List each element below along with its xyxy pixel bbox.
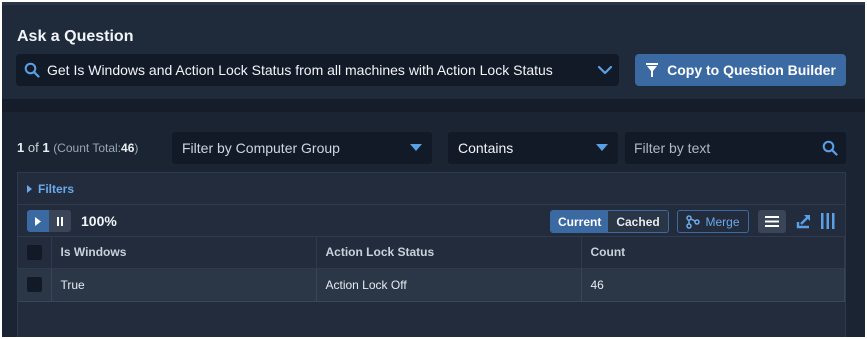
computer-group-dropdown[interactable]: Filter by Computer Group (172, 132, 432, 164)
select-all-cell (18, 237, 52, 269)
filter-text-placeholder: Filter by text (634, 140, 711, 156)
page-total: 1 (42, 140, 50, 155)
ask-question-section: Ask a Question Get Is Windows and Action… (2, 2, 865, 99)
merge-icon (686, 214, 701, 229)
hamburger-icon (765, 216, 779, 227)
grid-toolbar: 100% Current Cached Merge (18, 205, 845, 237)
funnel-icon (646, 63, 659, 77)
question-text: Get Is Windows and Action Lock Status fr… (47, 62, 553, 78)
copy-button-label: Copy to Question Builder (667, 62, 836, 78)
play-icon (35, 216, 41, 226)
caret-down-icon (596, 144, 608, 151)
question-input[interactable]: Get Is Windows and Action Lock Status fr… (16, 54, 619, 86)
row-select-cell (18, 268, 52, 302)
select-all-checkbox[interactable] (26, 244, 42, 260)
column-header-count[interactable]: Count (581, 237, 845, 269)
page-current: 1 (17, 140, 25, 155)
filters-label: Filters (38, 181, 75, 196)
table-row[interactable]: True Action Lock Off 46 (18, 268, 845, 302)
row-checkbox[interactable] (26, 277, 42, 293)
copy-to-question-builder-button[interactable]: Copy to Question Builder (635, 54, 846, 86)
view-toggle: Current Cached (550, 210, 669, 233)
results-grid: Filters 100% Current Cached Merge Is Win… (17, 172, 846, 337)
export-icon[interactable] (796, 213, 812, 229)
app-frame: Ask a Question Get Is Windows and Action… (2, 2, 865, 337)
results-table: Is Windows Action Lock Status Count True… (18, 237, 845, 302)
pause-icon (57, 216, 63, 226)
page-of: of (27, 140, 39, 155)
column-header-action-lock-status[interactable]: Action Lock Status (316, 237, 582, 269)
ask-question-title: Ask a Question (17, 28, 134, 45)
results-count: 1 of 1 (Count Total:46) (17, 140, 138, 155)
computer-group-label: Filter by Computer Group (182, 140, 340, 156)
cell-action-lock-status: Action Lock Off (316, 268, 582, 302)
count-label: (Count Total: (53, 141, 122, 155)
count-total: 46 (121, 141, 135, 155)
columns-icon[interactable] (820, 213, 836, 229)
caret-right-icon (27, 184, 32, 193)
view-cached-button[interactable]: Cached (608, 211, 668, 232)
chevron-down-icon[interactable] (597, 62, 613, 78)
search-icon (24, 62, 40, 78)
caret-down-icon (410, 144, 422, 151)
filter-text-input[interactable]: Filter by text (625, 132, 846, 164)
view-current-button[interactable]: Current (551, 211, 609, 232)
column-header-is-windows[interactable]: Is Windows (51, 237, 317, 269)
progress-percent: 100% (81, 213, 117, 229)
merge-label: Merge (705, 214, 740, 229)
match-mode-label: Contains (458, 140, 514, 156)
play-button[interactable] (27, 210, 49, 232)
cell-count: 46 (581, 268, 845, 302)
results-section: 1 of 1 (Count Total:46) Filter by Comput… (2, 112, 865, 337)
match-mode-dropdown[interactable]: Contains (448, 132, 618, 164)
count-close: ) (134, 141, 139, 155)
search-icon[interactable] (822, 140, 838, 156)
section-divider (2, 99, 865, 112)
filters-toggle[interactable]: Filters (18, 173, 845, 205)
pause-button[interactable] (49, 210, 71, 232)
menu-button[interactable] (758, 210, 786, 233)
table-header-row: Is Windows Action Lock Status Count (18, 237, 845, 269)
cell-is-windows: True (51, 268, 317, 302)
merge-button[interactable]: Merge (677, 210, 749, 233)
